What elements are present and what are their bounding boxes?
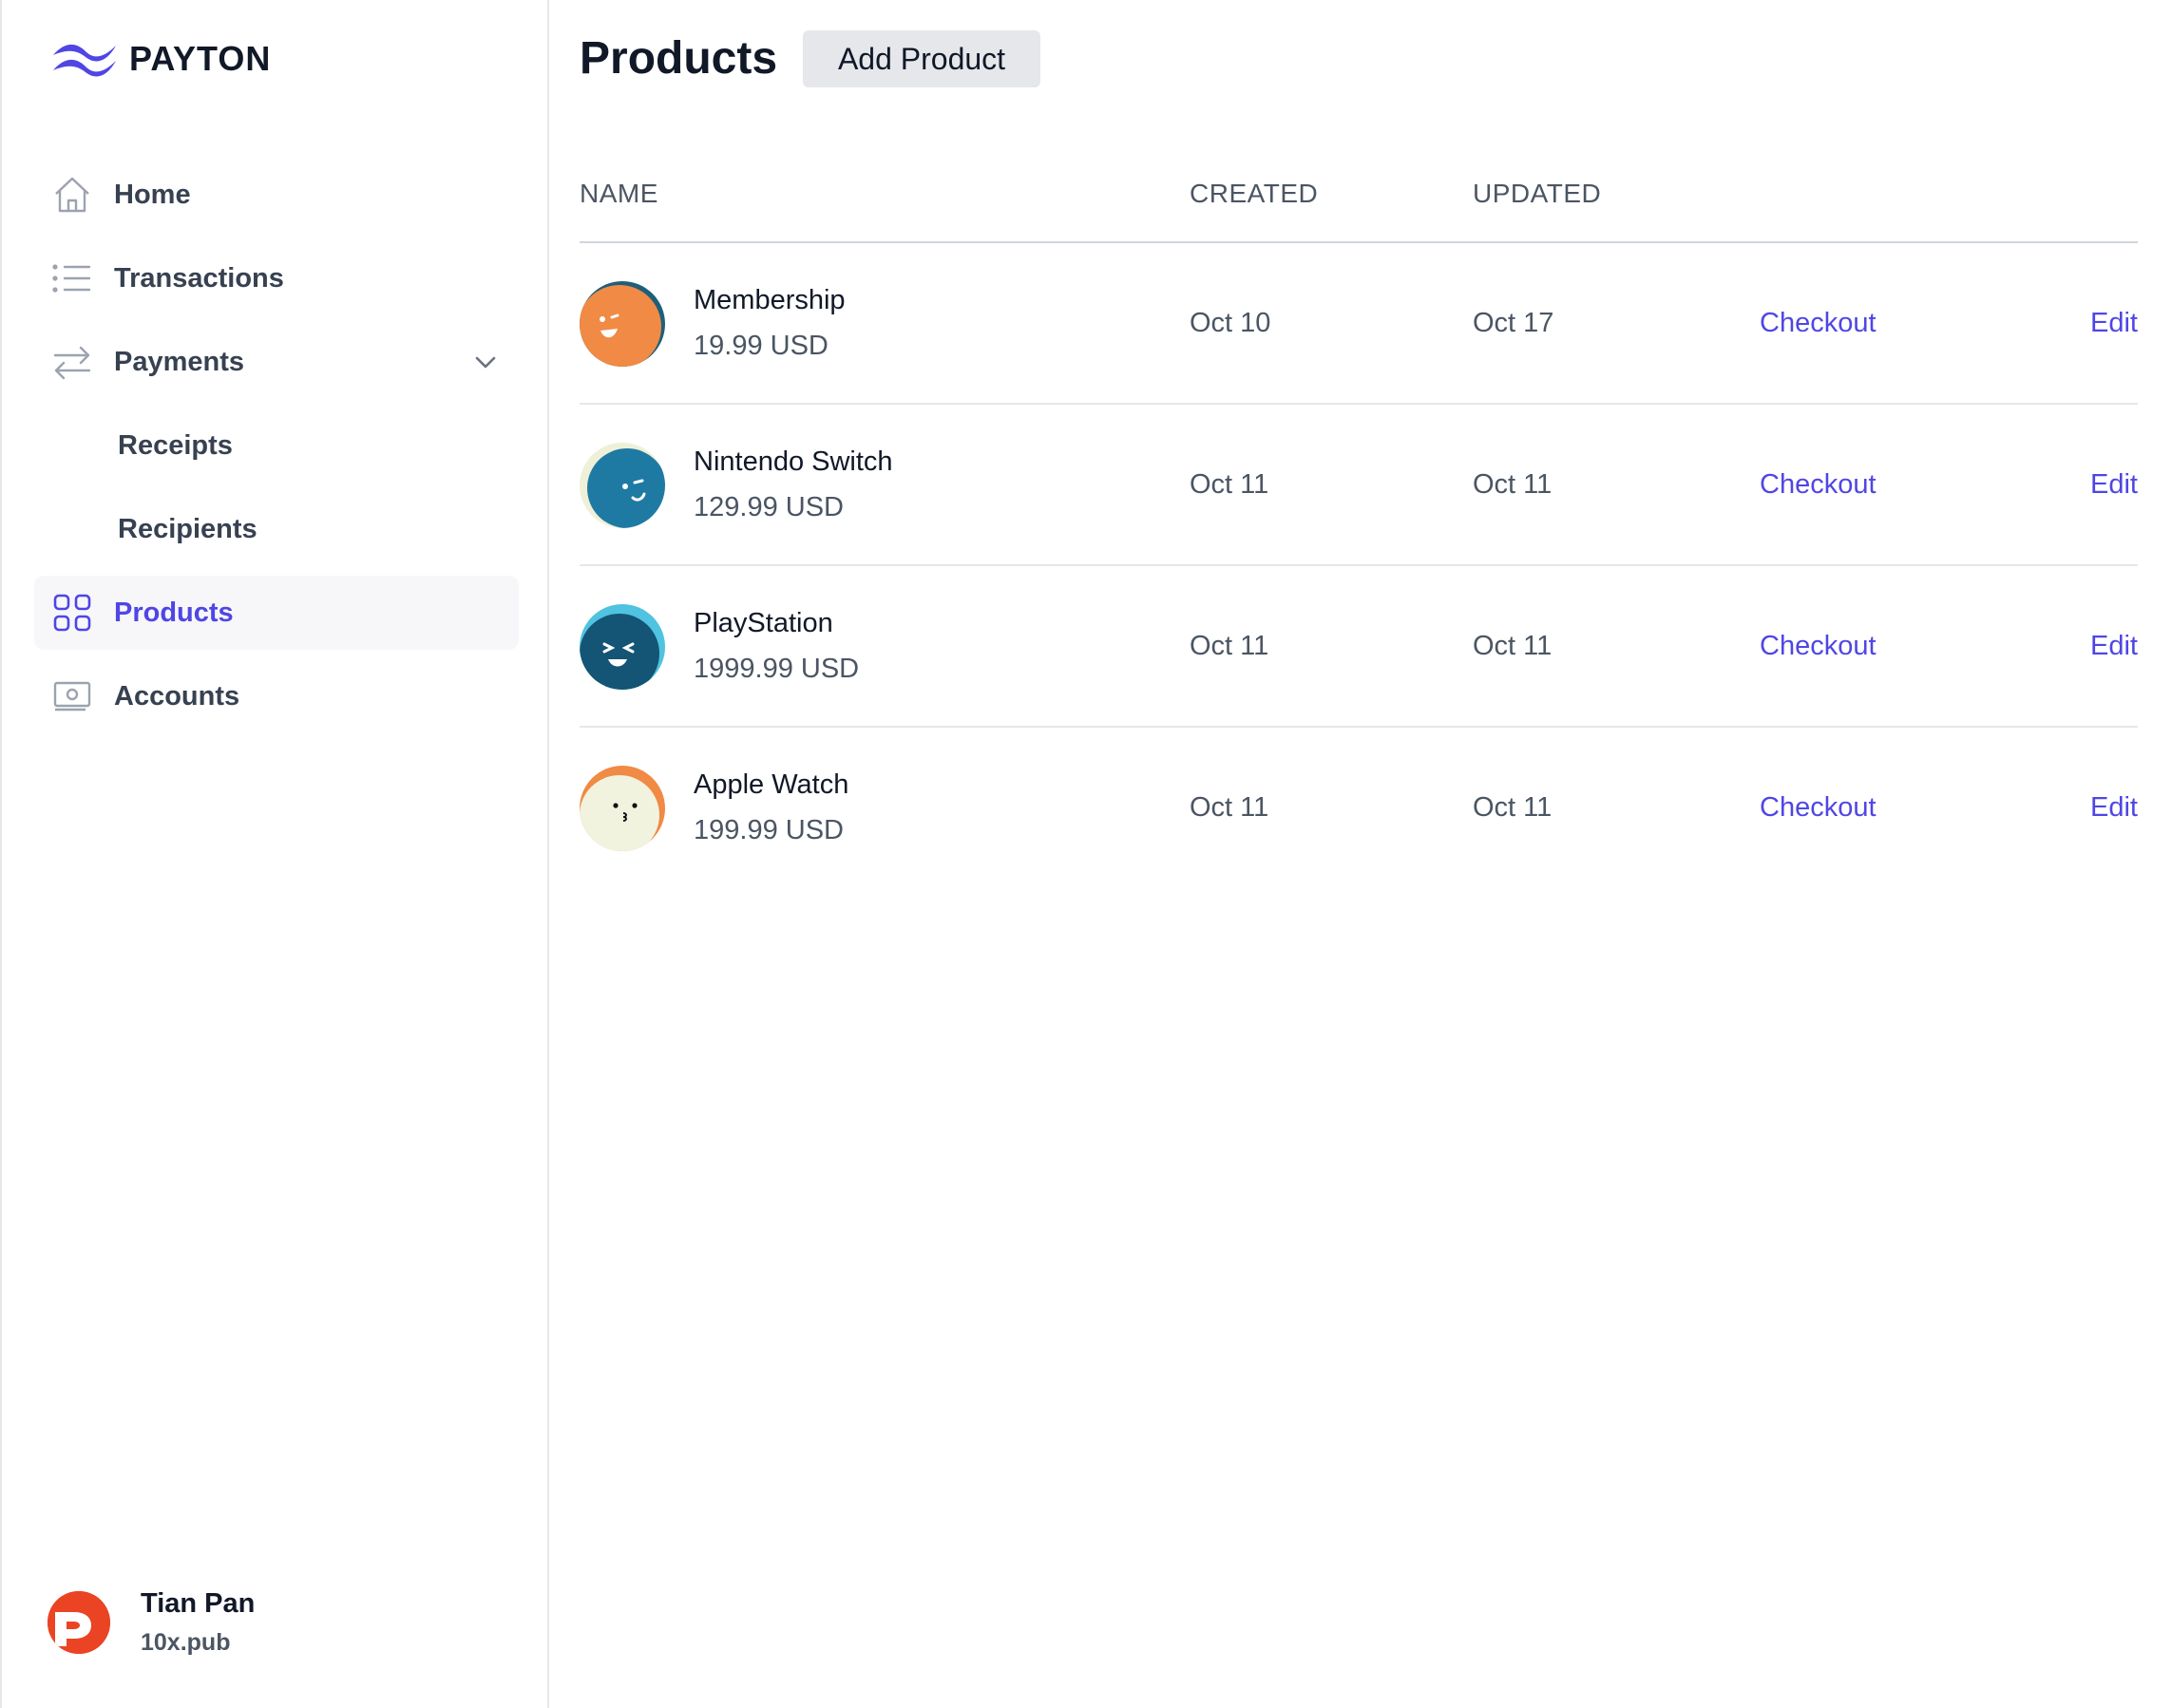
checkout-link[interactable]: Checkout	[1760, 792, 1877, 824]
product-name: Membership	[694, 285, 846, 315]
edit-link[interactable]: Edit	[2090, 469, 2138, 501]
cash-icon	[51, 675, 93, 717]
home-icon	[51, 174, 93, 216]
product-avatar	[580, 281, 665, 367]
edit-link[interactable]: Edit	[2090, 308, 2138, 339]
product-price: 199.99 USD	[694, 815, 844, 845]
product-avatar	[580, 443, 665, 528]
sidebar-item-recipients[interactable]: Recipients	[34, 492, 519, 566]
sidebar-item-receipts[interactable]: Receipts	[34, 408, 519, 483]
sidebar-item-payments[interactable]: Payments	[34, 325, 519, 399]
product-price: 1999.99 USD	[694, 654, 860, 684]
checkout-link[interactable]: Checkout	[1760, 631, 1877, 662]
list-icon	[51, 257, 93, 299]
edit-link[interactable]: Edit	[2090, 792, 2138, 824]
column-header-created: CREATED	[1190, 179, 1319, 208]
edit-link[interactable]: Edit	[2090, 631, 2138, 662]
brand-name: PAYTON	[129, 39, 272, 78]
created-date: Oct 11	[1190, 631, 1269, 661]
product-avatar	[580, 604, 665, 690]
sidebar-item-transactions[interactable]: Transactions	[34, 241, 519, 315]
arrows-exchange-icon	[51, 341, 93, 383]
sidebar: PAYTON Home Transactions Payments Receip…	[0, 0, 549, 1708]
sidebar-item-accounts[interactable]: Accounts	[34, 659, 519, 733]
user-profile[interactable]: Tian Pan 10x.pub	[48, 1588, 255, 1657]
sidebar-item-label: Products	[114, 597, 234, 628]
table-row: Membership 19.99 USD Oct 10 Oct 17 Check…	[580, 243, 2138, 405]
product-name: Nintendo Switch	[694, 446, 893, 477]
product-price: 129.99 USD	[694, 492, 844, 522]
sidebar-item-products[interactable]: Products	[34, 576, 519, 650]
brand[interactable]: PAYTON	[49, 34, 271, 84]
updated-date: Oct 11	[1473, 792, 1553, 823]
chevron-down-icon[interactable]	[471, 348, 500, 376]
checkout-link[interactable]: Checkout	[1760, 308, 1877, 339]
table-row: PlayStation 1999.99 USD Oct 11 Oct 11 Ch…	[580, 566, 2138, 728]
sidebar-item-home[interactable]: Home	[34, 158, 519, 232]
table-row: Apple Watch 199.99 USD Oct 11 Oct 11 Che…	[580, 728, 2138, 889]
column-header-name: NAME	[580, 179, 658, 208]
product-avatar	[580, 766, 665, 851]
checkout-link[interactable]: Checkout	[1760, 469, 1877, 501]
column-header-updated: UPDATED	[1473, 179, 1602, 208]
grid-icon	[51, 592, 93, 634]
product-name: PlayStation	[694, 608, 833, 638]
updated-date: Oct 17	[1473, 308, 1554, 338]
created-date: Oct 10	[1190, 308, 1271, 338]
sidebar-item-label: Recipients	[118, 513, 257, 544]
sidebar-item-label: Transactions	[114, 262, 284, 294]
avatar	[48, 1591, 110, 1654]
page-title: Products	[580, 33, 778, 84]
user-handle: 10x.pub	[141, 1629, 231, 1656]
sidebar-item-label: Accounts	[114, 680, 240, 712]
product-price: 19.99 USD	[694, 331, 829, 361]
sidebar-item-label: Home	[114, 179, 191, 210]
updated-date: Oct 11	[1473, 631, 1553, 661]
payton-logo-icon	[49, 34, 120, 85]
sidebar-item-label: Receipts	[118, 429, 233, 461]
table-row: Nintendo Switch 129.99 USD Oct 11 Oct 11…	[580, 405, 2138, 566]
table-header: NAME CREATED UPDATED	[580, 179, 2138, 243]
add-product-button[interactable]: Add Product	[803, 30, 1040, 87]
sidebar-item-label: Payments	[114, 346, 245, 377]
updated-date: Oct 11	[1473, 469, 1553, 500]
created-date: Oct 11	[1190, 792, 1269, 823]
product-name: Apple Watch	[694, 769, 849, 800]
created-date: Oct 11	[1190, 469, 1269, 500]
user-name: Tian Pan	[141, 1588, 256, 1619]
